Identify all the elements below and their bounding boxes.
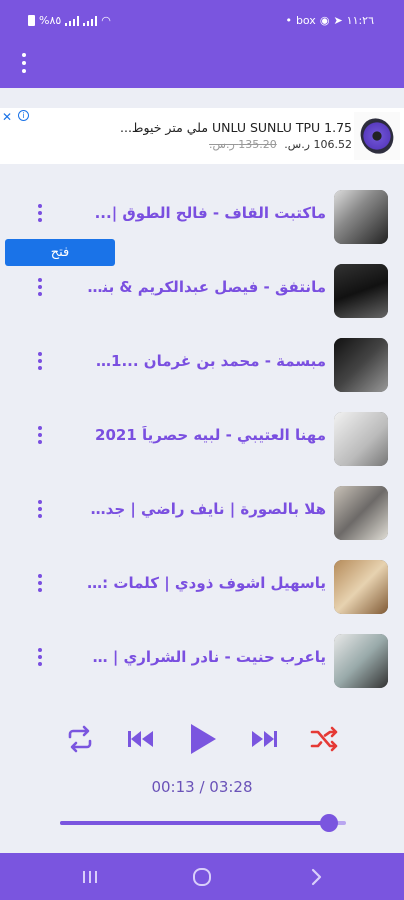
song-title: هلا بالصورة | نايف راضي | جديد... [86,500,326,518]
song-title: مبسمة - محمد بن غرمان ...2021 | [86,352,326,370]
back-icon[interactable] [296,863,336,891]
song-title: مهنا العتيبي - لبيه حصرياً 2021 [95,426,326,444]
play-icon[interactable] [183,716,223,762]
song-thumbnail [334,412,388,466]
home-icon[interactable] [182,863,222,891]
ad-title: UNLU SUNLU TPU 1.75 ملي متر خيوط... [120,120,352,135]
song-thumbnail [334,264,388,318]
ad-prices: 106.52 ر.س. 135.20 ر.س. [120,138,352,151]
song-thumbnail [334,634,388,688]
item-more-icon[interactable] [30,352,50,374]
app-bar [0,42,404,88]
song-title: مانتفق - فيصل عبدالكريم & بندر بن... [86,278,326,296]
song-title: ماكتبت القاف - فالح الطوق |... [94,204,326,222]
skip-next-icon[interactable] [244,716,284,762]
item-more-icon[interactable] [30,278,50,300]
status-time: ١١:٢٦ [346,14,374,27]
signal-icon [65,15,80,26]
seek-bar[interactable] [60,814,346,832]
playlist-item[interactable]: ياسهيل اشوف ذودي | كلمات : عقا... [0,548,404,620]
signal-icon [83,15,98,26]
item-more-icon[interactable] [30,574,50,596]
wifi-icon: ◠ [101,14,111,27]
song-title: ياعرب حنيت - نادر الشراري | 4K [86,648,326,666]
ad-info-icon[interactable]: i [18,110,29,121]
song-thumbnail [334,560,388,614]
telegram-icon: ➤ [333,14,343,27]
whatsapp-icon: ◉ [319,14,330,27]
playlist-item[interactable]: ياعرب حنيت - نادر الشراري | 4K [0,622,404,694]
ad-banner[interactable]: ✕ i فتح UNLU SUNLU TPU 1.75 ملي متر خيوط… [0,108,404,266]
status-right: • box ◉ ➤ ١١:٢٦ [285,14,374,27]
ad-image [354,112,400,160]
battery-level: %٨٥ [39,14,62,27]
status-bar: %٨٥ ◠ • box ◉ ➤ ١١:٢٦ [0,0,404,42]
skip-previous-icon[interactable] [121,716,161,762]
playlist-item[interactable]: هلا بالصورة | نايف راضي | جديد... [0,474,404,546]
playlist-item[interactable]: مهنا العتيبي - لبيه حصرياً 2021 [0,400,404,472]
song-thumbnail [334,486,388,540]
repeat-icon[interactable] [60,716,100,762]
recent-apps-icon[interactable] [70,863,110,891]
overflow-menu-icon[interactable] [16,50,32,76]
seek-progress [60,821,329,825]
playlist-item[interactable]: ماكتبت القاف - فالح الطوق |... [0,178,404,250]
item-more-icon[interactable] [30,426,50,448]
carrier-label: box [295,14,316,27]
playback-time: 00:13 / 03:28 [151,778,253,796]
item-more-icon[interactable] [30,500,50,522]
player-controls [0,716,404,762]
item-more-icon[interactable] [30,204,50,226]
song-title: ياسهيل اشوف ذودي | كلمات : عقا... [86,574,326,592]
system-nav-bar [0,853,404,900]
status-left: %٨٥ ◠ [28,14,111,27]
song-thumbnail [334,190,388,244]
ad-close-icon[interactable]: ✕ [2,110,12,124]
item-more-icon[interactable] [30,648,50,670]
seek-thumb[interactable] [319,814,338,832]
playlist-item[interactable]: مانتفق - فيصل عبدالكريم & بندر بن... [0,252,404,324]
song-thumbnail [334,338,388,392]
playlist-item[interactable]: مبسمة - محمد بن غرمان ...2021 | [0,326,404,398]
ad-price-old: 135.20 ر.س. [209,138,277,151]
dot-icon: • [285,14,292,27]
battery-icon [28,15,35,26]
filament-spool-icon [354,112,400,160]
ad-price-new: 106.52 ر.س. [284,138,352,151]
shuffle-icon[interactable] [304,716,344,762]
